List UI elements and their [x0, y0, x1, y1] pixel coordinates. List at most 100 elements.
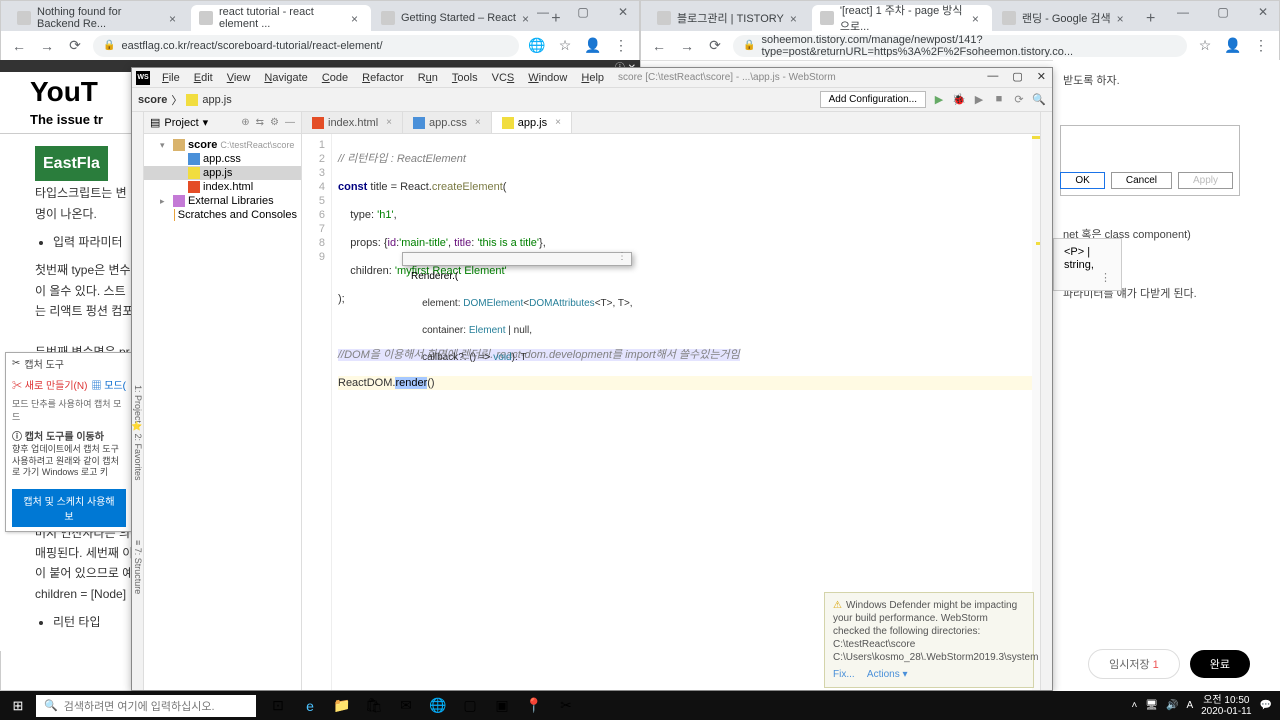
menu-icon[interactable]: ⋮ [1251, 37, 1271, 54]
search-icon[interactable]: 🔍 [1032, 93, 1046, 107]
settings-icon[interactable]: ⊕ [241, 117, 249, 128]
profile-icon[interactable]: 👤 [1223, 37, 1243, 54]
edge-icon[interactable]: e [294, 691, 326, 720]
chrome-icon[interactable]: 🌐 [422, 691, 454, 720]
terminal-icon[interactable]: ▢ [454, 691, 486, 720]
reload-button[interactable]: ⟳ [705, 37, 725, 54]
tab-3[interactable]: Getting Started – React× [373, 5, 542, 31]
maximize-button[interactable]: ▢ [1211, 5, 1235, 19]
menu-vcs[interactable]: VCS [486, 70, 521, 86]
start-button[interactable]: ⊞ [0, 691, 36, 720]
new-snip-button[interactable]: ✂ 새로 만들기(N) [12, 377, 87, 392]
notifications-icon[interactable]: 💬 [1260, 700, 1272, 711]
menu-run[interactable]: Run [412, 70, 444, 86]
explorer-icon[interactable]: 📁 [326, 691, 358, 720]
forward-button[interactable]: → [37, 38, 57, 54]
ok-button[interactable]: OK [1060, 172, 1104, 189]
menu-refactor[interactable]: Refactor [356, 70, 410, 86]
tree-file-js[interactable]: app.js [144, 166, 301, 180]
pin-icon[interactable]: 📍 [518, 691, 550, 720]
menu-tools[interactable]: Tools [446, 70, 484, 86]
coverage-icon[interactable]: ▶ [972, 93, 986, 107]
tree-scratches[interactable]: Scratches and Consoles [144, 208, 301, 222]
left-tool-strip[interactable]: 1: Project [132, 112, 144, 690]
cancel-button[interactable]: Cancel [1111, 172, 1172, 189]
close-icon[interactable]: × [351, 12, 363, 24]
clock[interactable]: 오전 10:50 2020-01-11 [1201, 695, 1251, 717]
mode-button[interactable]: ▦ 모드( [91, 377, 126, 392]
minimize-button[interactable]: — [987, 70, 998, 83]
editor-tab-js[interactable]: app.js× [492, 112, 572, 133]
menu-edit[interactable]: Edit [188, 70, 219, 86]
maximize-button[interactable]: ▢ [1012, 70, 1022, 83]
fix-link[interactable]: Fix... [833, 669, 855, 680]
menu-view[interactable]: View [221, 70, 257, 86]
reload-button[interactable]: ⟳ [65, 37, 85, 54]
tree-external-libraries[interactable]: ▸External Libraries [144, 194, 301, 208]
close-button[interactable]: ✕ [1251, 5, 1275, 19]
more-icon[interactable]: ⋮ [617, 250, 627, 263]
forward-button[interactable]: → [677, 38, 697, 54]
add-configuration-button[interactable]: Add Configuration... [820, 91, 926, 108]
star-icon[interactable]: ☆ [1195, 37, 1215, 54]
close-button[interactable]: ✕ [1037, 70, 1046, 83]
ime-icon[interactable]: A [1186, 700, 1193, 711]
tree-file-css[interactable]: app.css [144, 152, 301, 166]
tree-root[interactable]: ▾score C:\testReact\score [144, 138, 301, 152]
tab-2-active[interactable]: '[react] 1 주차 - page 방식으로...× [812, 5, 992, 31]
completion-popup[interactable]: Renderer.( element: DOMElement<DOMAttrib… [402, 252, 632, 266]
close-icon[interactable]: × [790, 12, 802, 24]
hide-icon[interactable]: — [285, 117, 295, 128]
gear-icon[interactable]: ⚙ [270, 117, 279, 128]
new-tab-button[interactable]: + [1139, 7, 1163, 31]
menu-file[interactable]: File [156, 70, 186, 86]
right-tool-strip[interactable] [1040, 112, 1052, 690]
mail-icon[interactable]: ✉ [390, 691, 422, 720]
close-icon[interactable]: × [169, 12, 181, 24]
menu-help[interactable]: Help [575, 70, 610, 86]
stop-icon[interactable]: ■ [992, 93, 1006, 107]
temp-save-button[interactable]: 임시저장 1 [1088, 649, 1180, 679]
collapse-icon[interactable]: ⇆ [256, 117, 264, 128]
sound-icon[interactable]: 🔊 [1166, 700, 1178, 711]
close-icon[interactable]: × [972, 12, 984, 24]
back-button[interactable]: ← [9, 38, 29, 54]
store-icon[interactable]: 🛍 [358, 691, 390, 720]
taskbar-search[interactable]: 🔍 검색하려면 여기에 입력하십시오. [36, 695, 256, 717]
profile-icon[interactable]: 👤 [583, 37, 603, 54]
webstorm-icon[interactable]: ▣ [486, 691, 518, 720]
actions-link[interactable]: Actions ▾ [867, 669, 908, 680]
favorites-strip[interactable]: ⭐ 2: Favorites [131, 420, 143, 481]
star-icon[interactable]: ☆ [555, 37, 575, 54]
translate-icon[interactable]: 🌐 [527, 37, 547, 54]
apply-button[interactable]: Apply [1178, 172, 1233, 189]
close-icon[interactable]: × [1117, 12, 1129, 24]
url-field[interactable]: 🔒eastflag.co.kr/react/scoreboard-tutoria… [93, 35, 519, 57]
menu-icon[interactable]: ⋮ [611, 37, 631, 54]
run-icon[interactable]: ▶ [932, 93, 946, 107]
publish-button[interactable]: 완료 [1190, 650, 1250, 678]
editor-tab-html[interactable]: index.html× [302, 112, 403, 133]
url-field[interactable]: 🔒soheemon.tistory.com/manage/newpost/141… [733, 35, 1187, 57]
breadcrumb[interactable]: score 〉 app.js [138, 92, 232, 108]
tree-file-html[interactable]: index.html [144, 180, 301, 194]
task-view-icon[interactable]: ⊡ [262, 691, 294, 720]
structure-strip[interactable]: ≡ 7: Structure [131, 540, 143, 594]
update-icon[interactable]: ⟳ [1012, 93, 1026, 107]
tab-1[interactable]: Nothing found for Backend Re...× [9, 5, 189, 31]
snip-icon[interactable]: ✂ [550, 691, 582, 720]
menu-navigate[interactable]: Navigate [258, 70, 313, 86]
tab-3[interactable]: 랜딩 - Google 검색× [994, 5, 1137, 31]
tray-up-icon[interactable]: ˄ [1131, 700, 1137, 711]
network-icon[interactable]: 🖥 [1145, 700, 1158, 711]
back-button[interactable]: ← [649, 38, 669, 54]
tab-2-active[interactable]: react tutorial - react element ...× [191, 5, 371, 31]
minimize-button[interactable]: — [1171, 5, 1195, 19]
menu-window[interactable]: Window [522, 70, 573, 86]
tab-1[interactable]: 블로그관리 | TISTORY× [649, 5, 810, 31]
menu-code[interactable]: Code [316, 70, 354, 86]
editor-tab-css[interactable]: app.css× [403, 112, 492, 133]
maximize-button[interactable]: ▢ [571, 5, 595, 19]
try-snip-button[interactable]: 캡처 및 스케치 사용해 보 [12, 489, 126, 527]
minimize-button[interactable]: — [531, 5, 555, 19]
